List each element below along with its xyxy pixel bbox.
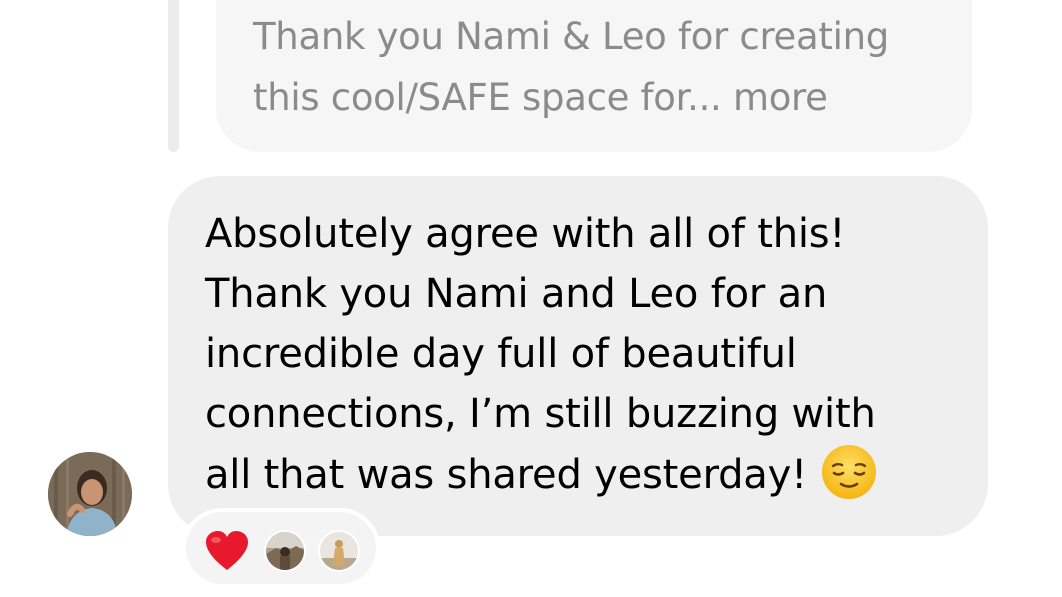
message-line-text: all that was shared yesterday! (205, 452, 807, 498)
message-text: Absolutely agree with all of this! Thank… (205, 204, 965, 505)
relieved-face-emoji-icon (821, 444, 877, 500)
reactor-avatar-1-icon (264, 530, 306, 572)
heart-reaction-icon (204, 530, 250, 572)
message-line-last: all that was shared yesterday! (205, 444, 965, 505)
message-line: Absolutely agree with all of this! (205, 211, 846, 257)
quoted-message-line: Thank you Nami & Leo for creating (253, 15, 889, 58)
sender-avatar[interactable] (48, 452, 132, 536)
user-avatar-photo-icon (48, 452, 132, 536)
message-thread: Thank you Nami & Leo for creating this c… (0, 0, 1062, 597)
reactor-avatar-2-icon (318, 530, 360, 572)
reply-quote-bar (168, 0, 179, 152)
quoted-message-text[interactable]: Thank you Nami & Leo for creating this c… (253, 6, 953, 128)
message-line: connections, I’m still buzzing with (205, 391, 876, 437)
quoted-message-line: this cool/SAFE space for... more (253, 76, 828, 119)
message-line: incredible day full of beautiful (205, 331, 797, 377)
message-line: Thank you Nami and Leo for an (205, 271, 828, 317)
